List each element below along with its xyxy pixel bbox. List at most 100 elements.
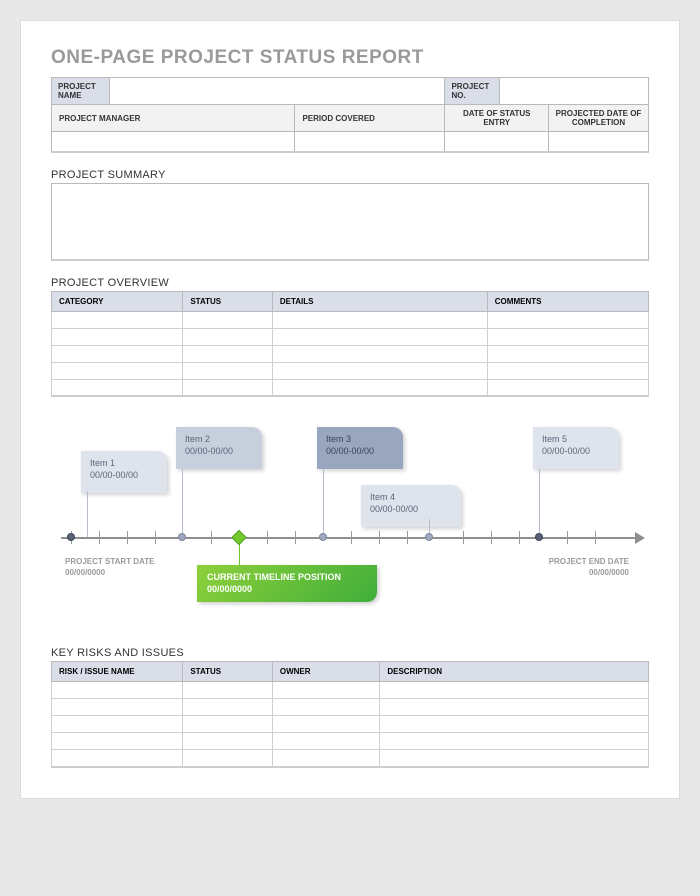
cell[interactable] (183, 733, 273, 750)
timeline-item-range: 00/00-00/00 (90, 470, 138, 480)
label-period-covered: PERIOD COVERED (295, 105, 445, 132)
cell[interactable] (272, 733, 379, 750)
input-proj-completion[interactable] (549, 132, 649, 152)
connector (323, 469, 324, 537)
cell[interactable] (272, 362, 487, 379)
cell[interactable] (272, 379, 487, 396)
cell[interactable] (183, 345, 273, 362)
table-row (52, 716, 649, 733)
tick (211, 531, 212, 544)
tick (379, 531, 380, 544)
end-date: 00/00/0000 (589, 568, 629, 577)
label-proj-completion: PROJECTED DATE OF COMPLETION (549, 105, 649, 132)
cell[interactable] (52, 733, 183, 750)
cell[interactable] (183, 750, 273, 767)
cell[interactable] (272, 716, 379, 733)
page: ONE-PAGE PROJECT STATUS REPORT PROJECT N… (20, 20, 680, 799)
cell[interactable] (52, 699, 183, 716)
table-row (52, 379, 649, 396)
input-period-covered[interactable] (295, 132, 445, 152)
cell[interactable] (183, 311, 273, 328)
timeline-item-name: Item 5 (542, 433, 610, 445)
tick (567, 531, 568, 544)
cell[interactable] (272, 750, 379, 767)
cell[interactable] (52, 750, 183, 767)
tick (407, 531, 408, 544)
timeline-start-label: PROJECT START DATE 00/00/0000 (65, 557, 154, 579)
cell[interactable] (272, 328, 487, 345)
tick (463, 531, 464, 544)
cell[interactable] (487, 328, 648, 345)
cell[interactable] (272, 345, 487, 362)
input-project-name[interactable] (110, 78, 445, 105)
timeline-axis (61, 537, 639, 539)
project-info-table: PROJECT NAME PROJECT NO. PROJECT MANAGER… (51, 77, 649, 153)
cell[interactable] (183, 362, 273, 379)
cell[interactable] (183, 328, 273, 345)
cell[interactable] (380, 682, 649, 699)
cell[interactable] (52, 362, 183, 379)
tick (127, 531, 128, 544)
cell[interactable] (183, 699, 273, 716)
diamond-icon (231, 530, 247, 546)
cell[interactable] (52, 682, 183, 699)
cell[interactable] (380, 750, 649, 767)
cell[interactable] (272, 682, 379, 699)
cell[interactable] (183, 716, 273, 733)
timeline-item-name: Item 1 (90, 457, 158, 469)
timeline-item-range: 00/00-00/00 (185, 446, 233, 456)
risks-hdr-status: STATUS (183, 662, 273, 682)
cell[interactable] (380, 733, 649, 750)
cell[interactable] (52, 716, 183, 733)
cell[interactable] (183, 379, 273, 396)
cell[interactable] (52, 311, 183, 328)
summary-box[interactable] (51, 183, 649, 261)
connector (539, 469, 540, 537)
cell[interactable] (380, 699, 649, 716)
current-position-tag: CURRENT TIMELINE POSITION 00/00/0000 (197, 565, 377, 602)
label-project-manager: PROJECT MANAGER (52, 105, 295, 132)
timeline-dot (425, 533, 433, 541)
input-project-manager[interactable] (52, 132, 295, 152)
table-row (52, 699, 649, 716)
tick (351, 531, 352, 544)
cell[interactable] (487, 311, 648, 328)
label-date-status: DATE OF STATUS ENTRY (445, 105, 549, 132)
cell[interactable] (183, 682, 273, 699)
cell[interactable] (487, 362, 648, 379)
overview-hdr-category: CATEGORY (52, 291, 183, 311)
cell[interactable] (52, 345, 183, 362)
timeline-item-name: Item 4 (370, 491, 452, 503)
overview-hdr-details: DETAILS (272, 291, 487, 311)
cell[interactable] (272, 311, 487, 328)
connector (182, 469, 183, 537)
timeline-item-5: Item 5 00/00-00/00 (533, 427, 619, 469)
cell[interactable] (52, 379, 183, 396)
current-label: CURRENT TIMELINE POSITION (207, 572, 341, 582)
table-row (52, 750, 649, 767)
table-row (52, 345, 649, 362)
timeline-end-label: PROJECT END DATE 00/00/0000 (549, 557, 629, 579)
cell[interactable] (487, 379, 648, 396)
timeline-item-range: 00/00-00/00 (370, 504, 418, 514)
section-summary-label: PROJECT SUMMARY (51, 169, 649, 181)
current-connector (239, 543, 240, 567)
cell[interactable] (487, 345, 648, 362)
input-date-status[interactable] (445, 132, 549, 152)
cell[interactable] (380, 716, 649, 733)
timeline-item-2: Item 2 00/00-00/00 (176, 427, 262, 469)
arrow-right-icon (635, 532, 645, 544)
section-overview-label: PROJECT OVERVIEW (51, 277, 649, 289)
timeline-item-3: Item 3 00/00-00/00 (317, 427, 403, 469)
table-row (52, 362, 649, 379)
input-project-no[interactable] (500, 78, 649, 105)
timeline-dot (319, 533, 327, 541)
risks-hdr-name: RISK / ISSUE NAME (52, 662, 183, 682)
cell[interactable] (272, 699, 379, 716)
tick (519, 531, 520, 544)
tick (595, 531, 596, 544)
tick (491, 531, 492, 544)
section-risks-label: KEY RISKS AND ISSUES (51, 647, 649, 659)
cell[interactable] (52, 328, 183, 345)
timeline-item-1: Item 1 00/00-00/00 (81, 451, 167, 493)
